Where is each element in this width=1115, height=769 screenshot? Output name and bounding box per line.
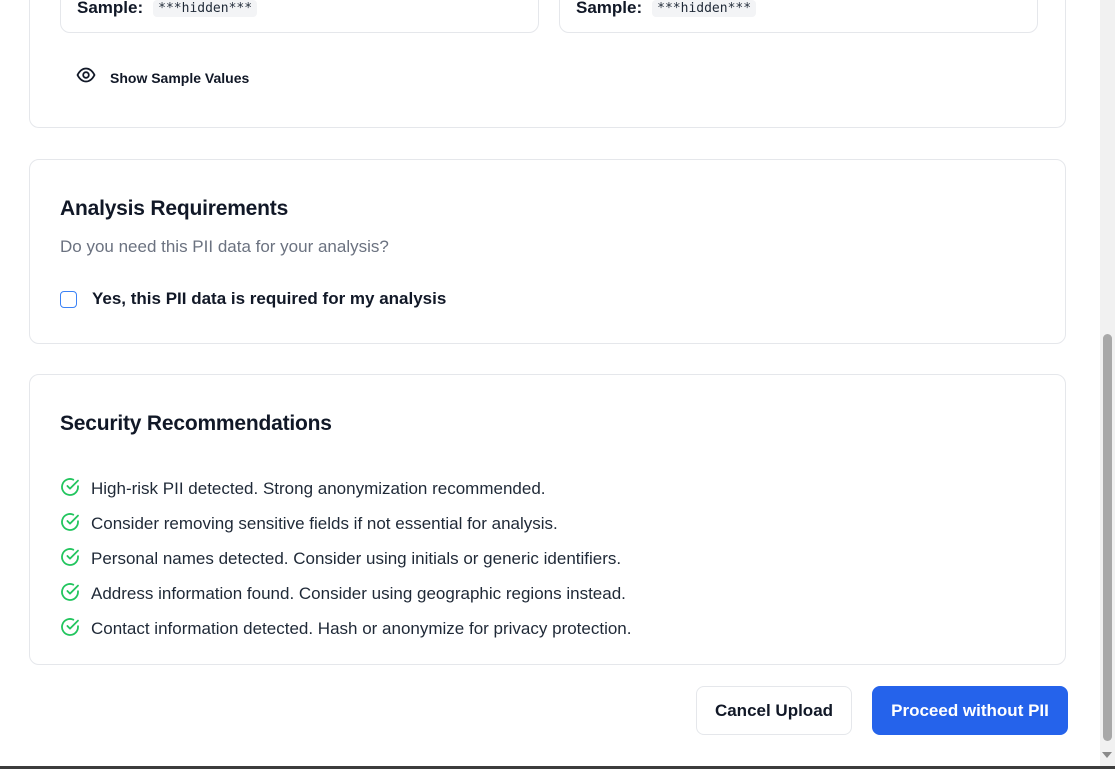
proceed-without-pii-button[interactable]: Proceed without PII xyxy=(872,686,1068,735)
pii-required-checkbox-row[interactable]: Yes, this PII data is required for my an… xyxy=(60,289,446,309)
sample-label: Sample: xyxy=(576,0,643,17)
analysis-requirements-title: Analysis Requirements xyxy=(60,197,289,220)
recommendation-text: Contact information detected. Hash or an… xyxy=(91,618,632,638)
sample-value: ***hidden*** xyxy=(153,0,258,17)
page-viewport: Sample: ***hidden*** Sample: ***hidden**… xyxy=(0,0,1115,769)
recommendation-item: Address information found. Consider usin… xyxy=(60,576,632,611)
check-circle-icon xyxy=(60,547,80,567)
recommendation-text: Personal names detected. Consider using … xyxy=(91,548,622,568)
sample-row: Sample: ***hidden*** xyxy=(576,0,757,18)
vertical-scrollbar[interactable] xyxy=(1100,0,1115,766)
pii-fields-card: Sample: ***hidden*** Sample: ***hidden**… xyxy=(29,0,1066,128)
recommendation-text: Address information found. Consider usin… xyxy=(91,583,626,603)
security-recommendations-title: Security Recommendations xyxy=(60,412,332,435)
analysis-requirements-card: Analysis Requirements Do you need this P… xyxy=(29,159,1066,344)
show-sample-values-label: Show Sample Values xyxy=(110,69,250,86)
analysis-question: Do you need this PII data for your analy… xyxy=(60,237,389,256)
security-recommendations-card: Security Recommendations High-risk PII d… xyxy=(29,374,1066,665)
show-sample-values-button[interactable]: Show Sample Values xyxy=(76,67,249,88)
sample-label: Sample: xyxy=(77,0,144,17)
check-circle-icon xyxy=(60,477,80,497)
recommendation-list: High-risk PII detected. Strong anonymiza… xyxy=(60,471,632,646)
recommendation-text: High-risk PII detected. Strong anonymiza… xyxy=(91,478,546,498)
cancel-upload-button[interactable]: Cancel Upload xyxy=(696,686,852,735)
pii-field-card-left: Sample: ***hidden*** xyxy=(60,0,539,33)
sample-value: ***hidden*** xyxy=(652,0,757,17)
pii-field-card-right: Sample: ***hidden*** xyxy=(559,0,1038,33)
check-circle-icon xyxy=(60,582,80,602)
sample-row: Sample: ***hidden*** xyxy=(77,0,258,18)
recommendation-item: High-risk PII detected. Strong anonymiza… xyxy=(60,471,632,506)
check-circle-icon xyxy=(60,512,80,532)
check-circle-icon xyxy=(60,617,80,637)
recommendation-item: Consider removing sensitive fields if no… xyxy=(60,506,632,541)
recommendation-item: Contact information detected. Hash or an… xyxy=(60,611,632,646)
recommendation-item: Personal names detected. Consider using … xyxy=(60,541,632,576)
pii-required-checkbox[interactable] xyxy=(60,290,77,308)
recommendation-text: Consider removing sensitive fields if no… xyxy=(91,513,558,533)
scrollbar-thumb[interactable] xyxy=(1103,334,1112,741)
scroll-down-arrow-icon[interactable] xyxy=(1102,752,1112,758)
pii-required-checkbox-label[interactable]: Yes, this PII data is required for my an… xyxy=(92,289,446,309)
eye-icon xyxy=(76,67,96,88)
